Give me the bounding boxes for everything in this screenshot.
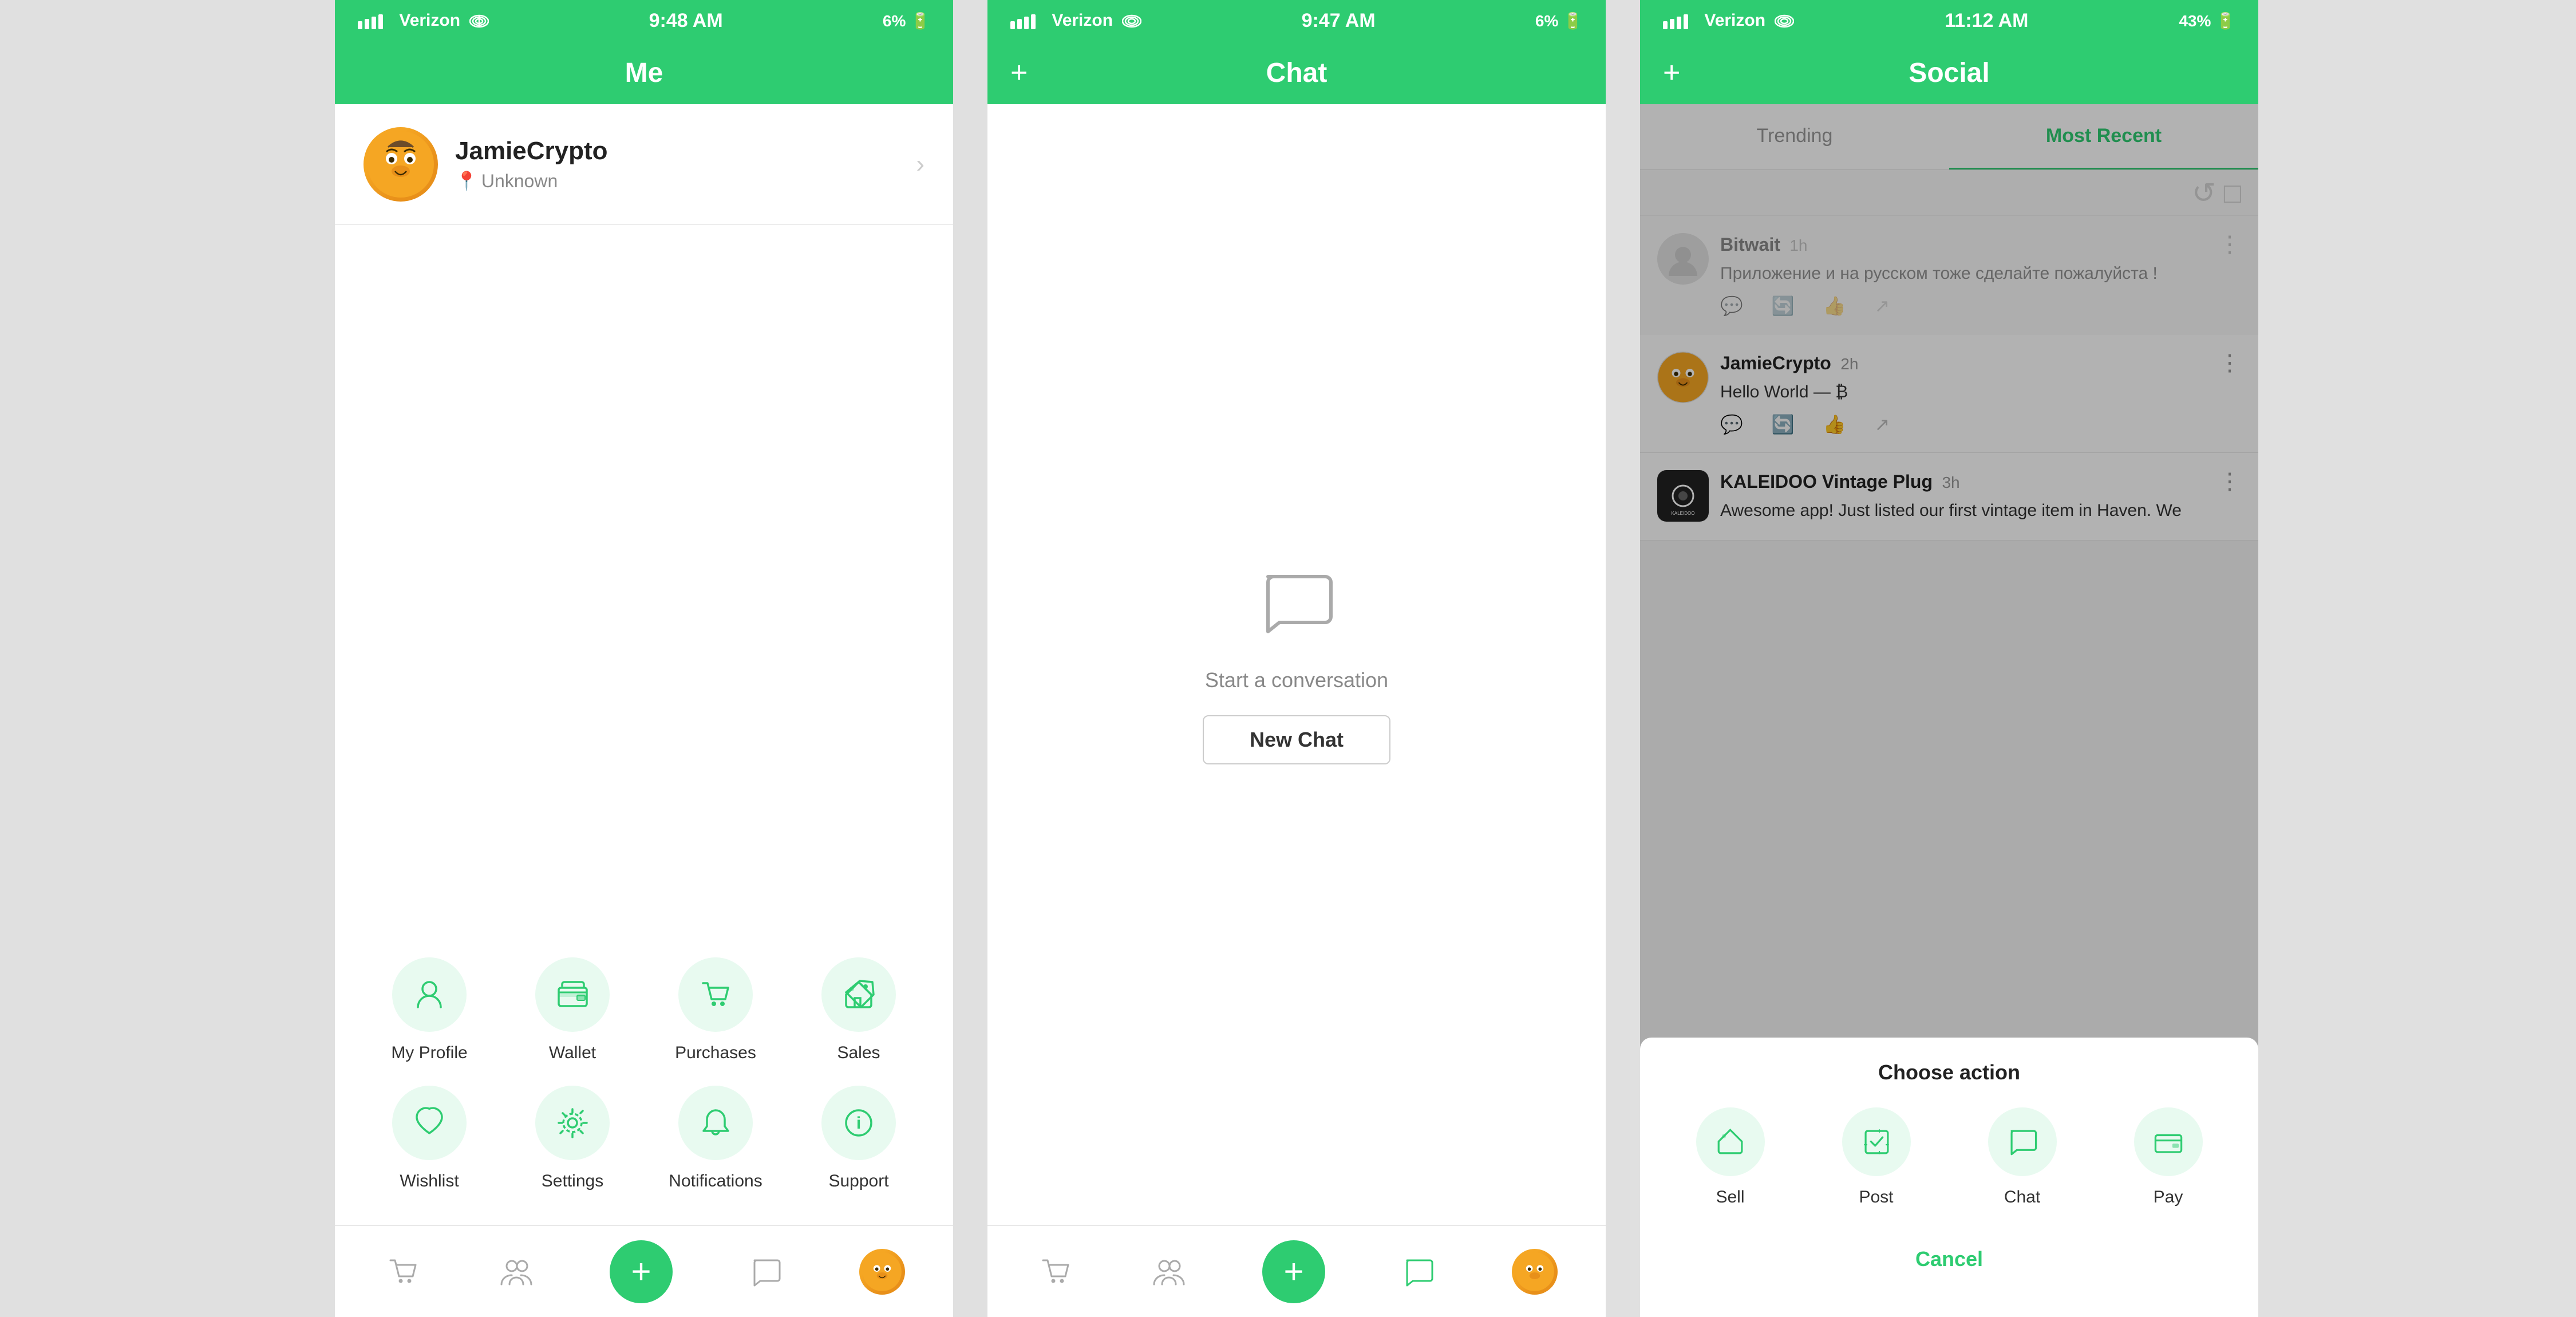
- social-status-bar: Verizon 11:12 AM 43% 🔋: [1640, 0, 2258, 41]
- menu-item-support[interactable]: i Support: [787, 1074, 930, 1202]
- chat-nav-chat[interactable]: [1398, 1252, 1439, 1292]
- profile-name: JamieCrypto: [455, 137, 916, 165]
- social-carrier: Verizon: [1663, 11, 1794, 30]
- profile-arrow-icon: ›: [916, 150, 924, 179]
- chat-people-icon: [1149, 1252, 1189, 1292]
- my-profile-label: My Profile: [391, 1043, 467, 1063]
- menu-item-wallet[interactable]: Wallet: [501, 946, 644, 1074]
- profile-location: 📍Unknown: [455, 170, 916, 192]
- chat-bottom-nav: +: [987, 1225, 1606, 1317]
- me-status-bar: Verizon 9:48 AM 6% 🔋: [335, 0, 953, 41]
- nav-people[interactable]: [496, 1252, 536, 1292]
- me-time: 9:48 AM: [649, 10, 723, 32]
- sales-icon-circle: [821, 957, 896, 1032]
- post-icon-circle: [1842, 1107, 1911, 1176]
- action-chat-icon-circle: [1988, 1107, 2057, 1176]
- chat-shop-icon: [1036, 1252, 1076, 1292]
- nav-chat[interactable]: [746, 1252, 786, 1292]
- pay-icon-circle: [2134, 1107, 2203, 1176]
- support-icon-circle: i: [821, 1086, 896, 1160]
- wallet-label: Wallet: [549, 1043, 596, 1063]
- nav-add-button[interactable]: +: [610, 1240, 673, 1303]
- chat-empty-state: Start a conversation New Chat: [987, 104, 1606, 1225]
- action-post[interactable]: Post: [1842, 1107, 1911, 1207]
- settings-icon-circle: [535, 1086, 610, 1160]
- chat-status-bar: Verizon 9:47 AM 6% 🔋: [987, 0, 1606, 41]
- wallet-icon-circle: [535, 957, 610, 1032]
- social-phone: Verizon 11:12 AM 43% 🔋 + Social Trending…: [1640, 0, 2258, 1317]
- chat-battery: 6% 🔋: [1535, 11, 1583, 30]
- chat-action-label: Chat: [2004, 1188, 2040, 1207]
- me-title: Me: [625, 57, 663, 89]
- action-sheet: Choose action Sell: [1640, 1038, 2258, 1317]
- notifications-label: Notifications: [669, 1172, 762, 1191]
- social-screen-inner: Trending Most Recent ↺ □ Bitwait 1h: [1640, 104, 2258, 1317]
- chat-nav-avatar: [1512, 1249, 1558, 1295]
- chat-empty-text: Start a conversation: [1205, 668, 1388, 692]
- svg-text:i: i: [856, 1114, 860, 1133]
- social-time: 11:12 AM: [1945, 10, 2028, 32]
- notifications-icon-circle: [678, 1086, 753, 1160]
- purchases-label: Purchases: [675, 1043, 756, 1063]
- chat-add-button[interactable]: +: [1010, 56, 1028, 90]
- action-sheet-grid: Sell Post: [1657, 1107, 2241, 1207]
- pay-label: Pay: [2154, 1188, 2183, 1207]
- chat-nav-shop[interactable]: [1036, 1252, 1076, 1292]
- menu-item-notifications[interactable]: Notifications: [644, 1074, 787, 1202]
- chat-title: Chat: [1266, 57, 1327, 89]
- support-label: Support: [828, 1172, 888, 1191]
- me-carrier: Verizon: [358, 11, 489, 30]
- wishlist-label: Wishlist: [400, 1172, 459, 1191]
- me-battery: 6% 🔋: [883, 11, 930, 30]
- menu-item-wishlist[interactable]: Wishlist: [358, 1074, 501, 1202]
- chat-header: + Chat: [987, 41, 1606, 104]
- chat-phone: Verizon 9:47 AM 6% 🔋 + Chat Start a conv…: [987, 0, 1606, 1317]
- location-pin-icon: 📍: [455, 171, 478, 191]
- new-chat-button[interactable]: New Chat: [1203, 715, 1390, 764]
- menu-item-settings[interactable]: Settings: [501, 1074, 644, 1202]
- nav-shop[interactable]: [383, 1252, 423, 1292]
- people-icon: [496, 1252, 536, 1292]
- purchases-icon-circle: [678, 957, 753, 1032]
- menu-grid: My Profile Wallet: [335, 912, 953, 1225]
- action-sell[interactable]: Sell: [1696, 1107, 1765, 1207]
- menu-item-purchases[interactable]: Purchases: [644, 946, 787, 1074]
- social-add-button[interactable]: +: [1663, 56, 1680, 90]
- chat-bubble-icon: [1257, 565, 1337, 645]
- chat-time: 9:47 AM: [1302, 10, 1376, 32]
- chat-nav-me[interactable]: [1512, 1249, 1558, 1295]
- sales-label: Sales: [837, 1043, 880, 1063]
- me-phone: Verizon 9:48 AM 6% 🔋 Me: [335, 0, 953, 1317]
- social-header: + Social: [1640, 41, 2258, 104]
- my-profile-icon-circle: [392, 957, 467, 1032]
- action-sheet-overlay: Choose action Sell: [1640, 104, 2258, 1317]
- profile-section[interactable]: JamieCrypto 📍Unknown ›: [335, 104, 953, 225]
- chat-nav-add-button[interactable]: +: [1262, 1240, 1325, 1303]
- me-nav-avatar: [859, 1249, 905, 1295]
- menu-item-sales[interactable]: Sales: [787, 946, 930, 1074]
- chat-carrier: Verizon: [1010, 11, 1141, 30]
- chat-nav-chat-icon: [1398, 1252, 1439, 1292]
- avatar: [364, 127, 438, 202]
- social-battery: 43% 🔋: [2179, 11, 2235, 30]
- post-label: Post: [1859, 1188, 1893, 1207]
- cancel-button[interactable]: Cancel: [1657, 1236, 2241, 1283]
- action-sheet-title: Choose action: [1657, 1060, 2241, 1085]
- nav-me[interactable]: [859, 1249, 905, 1295]
- sell-icon-circle: [1696, 1107, 1765, 1176]
- social-title: Social: [1909, 57, 1989, 89]
- chat-nav-people[interactable]: [1149, 1252, 1189, 1292]
- action-pay[interactable]: Pay: [2134, 1107, 2203, 1207]
- settings-label: Settings: [542, 1172, 603, 1191]
- action-chat[interactable]: Chat: [1988, 1107, 2057, 1207]
- sell-label: Sell: [1716, 1188, 1744, 1207]
- chat-nav-icon: [746, 1252, 786, 1292]
- wishlist-icon-circle: [392, 1086, 467, 1160]
- shop-icon: [383, 1252, 423, 1292]
- me-header: Me: [335, 41, 953, 104]
- me-bottom-nav: +: [335, 1225, 953, 1317]
- menu-item-my-profile[interactable]: My Profile: [358, 946, 501, 1074]
- profile-info: JamieCrypto 📍Unknown: [438, 137, 916, 192]
